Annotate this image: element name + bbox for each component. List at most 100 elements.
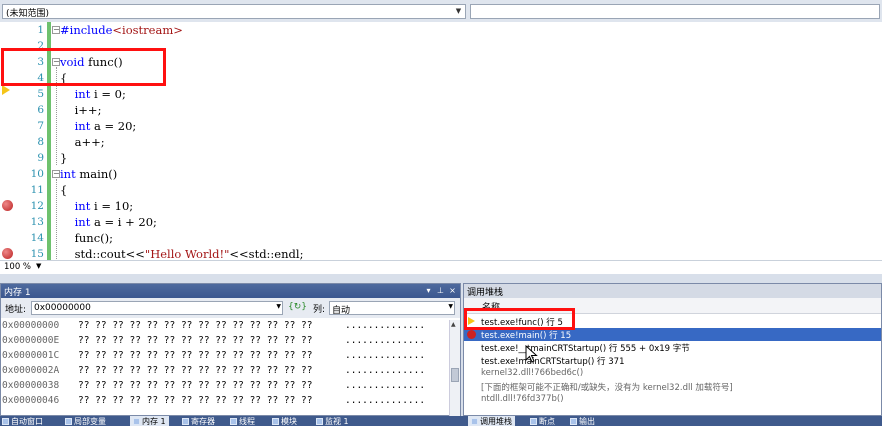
code-line[interactable]: int a = 20; bbox=[60, 118, 137, 134]
memory-row[interactable]: 0x00000046 ?? ?? ?? ?? ?? ?? ?? ?? ?? ?? … bbox=[1, 395, 449, 409]
line-number: 6 bbox=[37, 104, 44, 116]
call-stack-frame[interactable]: kernel32.dll!766bed6c() bbox=[464, 367, 881, 380]
code-line[interactable]: func(); bbox=[60, 230, 113, 246]
memory-address: 0x00000046 bbox=[2, 395, 60, 406]
breakpoint-icon[interactable] bbox=[2, 248, 13, 259]
call-stack-frame[interactable]: ntdll.dll!76fd377b() bbox=[464, 393, 881, 406]
bottom-tab[interactable]: 调用堆栈 bbox=[468, 416, 515, 426]
line-number: 7 bbox=[37, 120, 44, 132]
memory-row[interactable]: 0x0000001C ?? ?? ?? ?? ?? ?? ?? ?? ?? ?? … bbox=[1, 350, 449, 364]
fold-toggle-icon[interactable]: − bbox=[52, 170, 60, 178]
memory-bytes: ?? ?? ?? ?? ?? ?? ?? ?? ?? ?? ?? ?? ?? ?… bbox=[78, 395, 313, 406]
bottom-tab[interactable]: 模块 bbox=[272, 416, 297, 426]
memory-row[interactable]: 0x0000000E ?? ?? ?? ?? ?? ?? ?? ?? ?? ?? … bbox=[1, 335, 449, 349]
address-input[interactable]: 0x00000000 ▼ bbox=[31, 301, 283, 315]
tab-icon bbox=[570, 418, 577, 425]
scope-dropdown[interactable]: (未知范围) ▼ bbox=[2, 4, 466, 19]
code-line[interactable]: int main() bbox=[60, 166, 117, 182]
bottom-tab[interactable]: 局部变量 bbox=[65, 416, 106, 426]
chevron-down-icon[interactable]: ▼ bbox=[448, 303, 453, 310]
tab-icon bbox=[530, 418, 537, 425]
tab-icon bbox=[182, 418, 189, 425]
memory-window: 内存 1 ▾ ⊥ × 地址: 0x00000000 ▼ {↻} 列: 自动 ▼ … bbox=[0, 283, 461, 416]
memory-address: 0x0000002A bbox=[2, 365, 60, 376]
member-dropdown[interactable] bbox=[470, 4, 880, 19]
code-line[interactable]: a++; bbox=[60, 134, 105, 150]
memory-row[interactable]: 0x0000002A ?? ?? ?? ?? ?? ?? ?? ?? ?? ?? … bbox=[1, 365, 449, 379]
bottom-tab[interactable]: 寄存器 bbox=[182, 416, 215, 426]
call-stack-frame[interactable]: [下面的框架可能不正确和/或缺失，没有为 kernel32.dll 加载符号] bbox=[464, 380, 881, 393]
code-line[interactable]: } bbox=[60, 150, 67, 166]
memory-ascii: .............. bbox=[345, 380, 426, 391]
editor-status-bar: 100 % ▼ bbox=[0, 260, 882, 274]
memory-scrollbar[interactable]: ▲ bbox=[449, 320, 460, 416]
fold-toggle-icon[interactable]: − bbox=[52, 26, 60, 34]
memory-rows[interactable]: 0x00000000 ?? ?? ?? ?? ?? ?? ?? ?? ?? ?? … bbox=[1, 320, 449, 416]
scrollbar-thumb[interactable] bbox=[451, 368, 459, 382]
memory-ascii: .............. bbox=[345, 365, 426, 376]
tab-label: 断点 bbox=[539, 417, 555, 426]
mouse-cursor-icon bbox=[525, 345, 538, 363]
bottom-tab[interactable]: 监视 1 bbox=[316, 416, 349, 426]
tab-label: 线程 bbox=[239, 417, 255, 426]
close-icon[interactable]: × bbox=[447, 285, 458, 296]
tab-label: 模块 bbox=[281, 417, 297, 426]
tab-label: 局部变量 bbox=[74, 417, 106, 426]
memory-ascii: .............. bbox=[345, 335, 426, 346]
tab-icon bbox=[2, 418, 9, 425]
scope-value: (未知范围) bbox=[6, 9, 50, 19]
line-number: 13 bbox=[30, 216, 44, 228]
window-position-icon[interactable]: ▾ bbox=[423, 285, 434, 296]
call-stack-title: 调用堆栈 bbox=[467, 288, 504, 298]
code-line[interactable]: int a = i + 20; bbox=[60, 214, 157, 230]
tab-label: 内存 1 bbox=[142, 417, 166, 426]
tab-label: 输出 bbox=[579, 417, 595, 426]
breakpoint-icon bbox=[467, 330, 476, 339]
bottom-tab[interactable]: 内存 1 bbox=[130, 416, 169, 426]
chevron-down-icon[interactable]: ▼ bbox=[36, 262, 41, 270]
scroll-up-icon[interactable]: ▲ bbox=[451, 321, 456, 328]
breakpoint-icon[interactable] bbox=[2, 200, 13, 211]
memory-bytes: ?? ?? ?? ?? ?? ?? ?? ?? ?? ?? ?? ?? ?? ?… bbox=[78, 320, 313, 331]
fold-guide bbox=[56, 179, 57, 260]
bottom-tab[interactable]: 自动窗口 bbox=[2, 416, 43, 426]
bottom-tab[interactable]: 输出 bbox=[570, 416, 595, 426]
frame-label: kernel32.dll!766bed6c() bbox=[481, 368, 584, 378]
chevron-down-icon[interactable]: ▼ bbox=[453, 6, 464, 17]
frame-label: ntdll.dll!76fd377b() bbox=[481, 394, 564, 404]
memory-row[interactable]: 0x00000038 ?? ?? ?? ?? ?? ?? ?? ?? ?? ?? … bbox=[1, 380, 449, 394]
memory-bytes: ?? ?? ?? ?? ?? ?? ?? ?? ?? ?? ?? ?? ?? ?… bbox=[78, 380, 313, 391]
bottom-tab[interactable]: 断点 bbox=[530, 416, 555, 426]
pin-icon[interactable]: ⊥ bbox=[435, 285, 446, 296]
memory-address: 0x00000000 bbox=[2, 320, 60, 331]
highlight-box-current-frame bbox=[464, 308, 575, 330]
code-line[interactable]: std::cout<<"Hello World!"<<std::endl; bbox=[60, 246, 304, 260]
zoom-level[interactable]: 100 % bbox=[4, 262, 31, 272]
code-line[interactable]: int i = 0; bbox=[60, 86, 126, 102]
frame-label: test.exe!mainCRTStartup() 行 371 bbox=[481, 357, 625, 367]
address-label: 地址: bbox=[5, 305, 27, 315]
line-number: 5 bbox=[37, 88, 44, 100]
line-number: 12 bbox=[30, 200, 44, 212]
frame-label: test.exe!__tmainCRTStartup() 行 555 + 0x1… bbox=[481, 344, 690, 354]
address-value: 0x00000000 bbox=[34, 303, 91, 313]
line-number: 1 bbox=[37, 24, 44, 36]
code-line[interactable]: i++; bbox=[60, 102, 102, 118]
line-number: 10 bbox=[30, 168, 44, 180]
tab-label: 调用堆栈 bbox=[480, 417, 512, 426]
chevron-down-icon[interactable]: ▼ bbox=[276, 303, 281, 310]
memory-address: 0x00000038 bbox=[2, 380, 60, 391]
code-line[interactable]: { bbox=[60, 182, 67, 198]
memory-row[interactable]: 0x00000000 ?? ?? ?? ?? ?? ?? ?? ?? ?? ?? … bbox=[1, 320, 449, 334]
columns-dropdown[interactable]: 自动 ▼ bbox=[329, 301, 455, 316]
code-area[interactable]: #include<iostream> void func(){ int i = 0… bbox=[52, 22, 882, 260]
code-line[interactable]: #include<iostream> bbox=[60, 22, 183, 38]
memory-ascii: .............. bbox=[345, 395, 426, 406]
memory-ascii: .............. bbox=[345, 320, 426, 331]
code-line[interactable]: int i = 10; bbox=[60, 198, 134, 214]
memory-titlebar: 内存 1 ▾ ⊥ × bbox=[1, 284, 460, 298]
memory-toolbar: 地址: 0x00000000 ▼ {↻} 列: 自动 ▼ bbox=[1, 298, 460, 318]
current-statement-arrow-icon bbox=[2, 85, 10, 95]
bottom-tab[interactable]: 线程 bbox=[230, 416, 255, 426]
reevaluate-icon[interactable]: {↻} bbox=[288, 302, 307, 312]
